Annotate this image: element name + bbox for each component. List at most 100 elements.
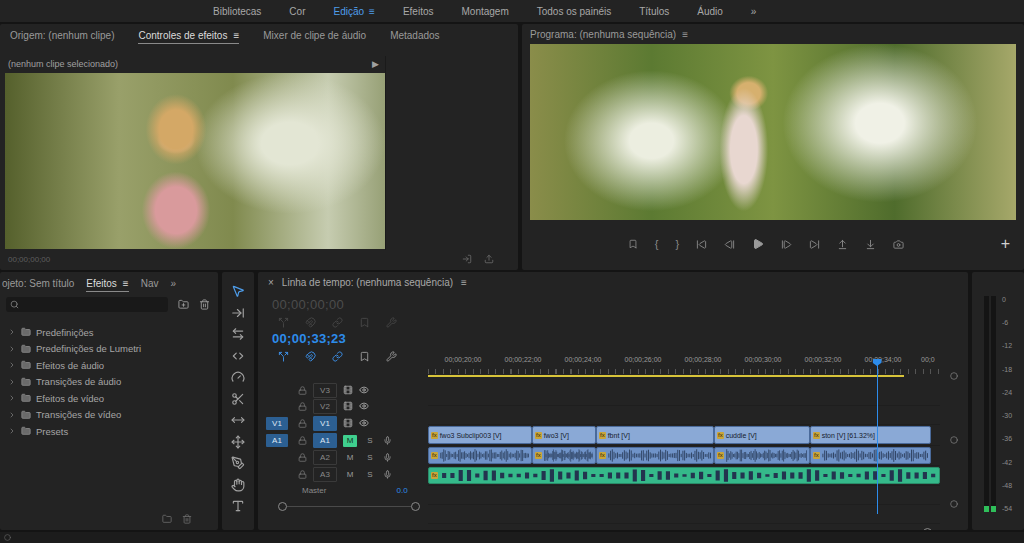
source-patch[interactable]: A1 bbox=[266, 434, 288, 447]
clip[interactable]: fx bbox=[532, 447, 596, 464]
work-area-bar[interactable] bbox=[428, 375, 904, 377]
snap-icon[interactable] bbox=[305, 317, 316, 328]
tree-item[interactable]: Predefinições bbox=[0, 324, 218, 341]
tree-item[interactable]: Transições de áudio bbox=[0, 374, 218, 391]
go-to-out-icon[interactable] bbox=[809, 239, 820, 250]
tree-item[interactable]: Efeitos de áudio bbox=[0, 357, 218, 374]
export-icon[interactable] bbox=[484, 254, 494, 264]
filter-icon[interactable] bbox=[462, 254, 472, 264]
track-label[interactable]: V3 bbox=[313, 383, 337, 398]
workspace-tab[interactable]: Montagem bbox=[461, 6, 508, 17]
panel-tab[interactable]: Origem: (nenhum clipe) bbox=[10, 27, 114, 44]
workspace-tab[interactable]: Edição≡ bbox=[333, 6, 374, 17]
chevron-icon[interactable] bbox=[8, 345, 16, 353]
source-patch[interactable] bbox=[266, 451, 288, 464]
sync-lock-icon[interactable] bbox=[343, 385, 353, 395]
lock-icon[interactable] bbox=[298, 453, 307, 462]
eye-icon[interactable] bbox=[359, 401, 369, 411]
chevron-icon[interactable] bbox=[8, 427, 16, 435]
delete-icon[interactable] bbox=[199, 299, 210, 310]
trash-icon[interactable] bbox=[182, 514, 192, 524]
mic-icon[interactable] bbox=[383, 436, 392, 445]
panel-tab[interactable]: Metadados bbox=[390, 27, 439, 44]
snap-icon[interactable] bbox=[305, 351, 316, 362]
mark-in-button[interactable]: { bbox=[655, 238, 659, 250]
chevron-icon[interactable] bbox=[8, 378, 16, 386]
workspace-tab[interactable]: Cor bbox=[289, 6, 305, 17]
ripple-edit-icon[interactable] bbox=[231, 327, 245, 341]
eye-icon[interactable] bbox=[359, 385, 369, 395]
new-bin-icon[interactable] bbox=[178, 299, 189, 310]
go-to-in-icon[interactable] bbox=[696, 239, 707, 250]
clip[interactable]: fxfwo3 [V] bbox=[532, 426, 596, 444]
panel-menu-icon[interactable]: ≡ bbox=[233, 30, 239, 41]
playhead-timecode[interactable]: 00;00;00;00 bbox=[272, 297, 428, 313]
chevron-icon[interactable] bbox=[8, 361, 16, 369]
hand-icon[interactable] bbox=[231, 478, 245, 492]
slip-icon[interactable] bbox=[231, 413, 245, 427]
marker-icon[interactable] bbox=[359, 351, 370, 362]
playhead-timecode[interactable]: 00;00;33;23 bbox=[272, 331, 428, 347]
panel-tab[interactable]: Efeitos≡ bbox=[86, 275, 128, 292]
source-patch[interactable] bbox=[266, 384, 288, 397]
insert-nest-icon[interactable] bbox=[278, 351, 289, 362]
mark-out-button[interactable]: } bbox=[676, 238, 680, 250]
lock-icon[interactable] bbox=[298, 470, 307, 479]
chevron-icon[interactable] bbox=[8, 328, 16, 336]
close-button[interactable]: × bbox=[268, 277, 274, 288]
tree-item[interactable]: Presets bbox=[0, 423, 218, 440]
lock-icon[interactable] bbox=[298, 419, 307, 428]
solo-button[interactable]: S bbox=[363, 435, 377, 447]
new-bin-icon[interactable] bbox=[162, 514, 172, 524]
linked-selection-icon[interactable] bbox=[332, 317, 343, 328]
time-ruler[interactable]: 00;00;20;0000;00;22;0000;00;24;0000;00;2… bbox=[428, 356, 940, 368]
track-label[interactable]: A2 bbox=[313, 450, 337, 465]
clip[interactable]: fxfbnt [V] bbox=[596, 426, 714, 444]
workspace-tab[interactable]: Bibliotecas bbox=[213, 6, 261, 17]
play-icon[interactable] bbox=[752, 238, 764, 250]
eye-icon[interactable] bbox=[359, 418, 369, 428]
clip[interactable]: fx bbox=[810, 447, 931, 464]
chevron-icon[interactable] bbox=[8, 411, 16, 419]
workspace-tab[interactable]: Áudio bbox=[697, 6, 723, 17]
workspace-menu-icon[interactable]: ≡ bbox=[369, 6, 375, 17]
export-frame-icon[interactable] bbox=[893, 239, 904, 250]
panel-menu-icon[interactable]: ≡ bbox=[682, 29, 688, 40]
solo-button[interactable]: S bbox=[363, 452, 377, 464]
scroll-handle-icon[interactable] bbox=[950, 436, 958, 444]
clip[interactable]: fx bbox=[596, 447, 714, 464]
panel-tab[interactable]: ojeto: Sem título bbox=[2, 275, 74, 292]
panel-tab[interactable]: Mixer de clipe de áudio bbox=[263, 27, 366, 44]
panel-menu-icon[interactable]: ≡ bbox=[123, 278, 129, 289]
source-patch[interactable] bbox=[266, 400, 288, 413]
slide-icon[interactable] bbox=[231, 435, 245, 449]
step-back-icon[interactable] bbox=[724, 239, 735, 250]
lock-icon[interactable] bbox=[298, 386, 307, 395]
tree-item[interactable]: Predefinições de Lumetri bbox=[0, 341, 218, 358]
track-label[interactable]: A3 bbox=[313, 467, 337, 482]
clip[interactable]: fxcuddle [V] bbox=[714, 426, 810, 444]
type-icon[interactable] bbox=[231, 499, 245, 513]
linked-selection-icon[interactable] bbox=[332, 351, 343, 362]
track-label[interactable]: A1 bbox=[313, 433, 337, 448]
chevron-icon[interactable] bbox=[8, 394, 16, 402]
solo-button[interactable]: S bbox=[363, 468, 377, 480]
lock-icon[interactable] bbox=[298, 402, 307, 411]
more-workspaces-button[interactable]: » bbox=[751, 6, 757, 17]
clip[interactable]: fxfwo3 Subclip003 [V] bbox=[428, 426, 532, 444]
panel-tab[interactable]: Controles de efeitos≡ bbox=[138, 27, 239, 44]
add-marker-icon[interactable] bbox=[628, 239, 638, 249]
panel-tab[interactable]: Programa: (nenhuma sequência)≡ bbox=[530, 26, 688, 43]
search-field[interactable] bbox=[6, 297, 168, 312]
mute-button[interactable]: M bbox=[343, 452, 357, 464]
wrench-icon[interactable] bbox=[386, 351, 397, 362]
panel-menu-icon[interactable]: ≡ bbox=[461, 277, 467, 288]
sync-lock-icon[interactable] bbox=[343, 418, 353, 428]
source-patch[interactable] bbox=[266, 468, 288, 481]
marker-icon[interactable] bbox=[359, 317, 370, 328]
vertical-scrollbar[interactable] bbox=[940, 292, 968, 530]
selection-icon[interactable] bbox=[231, 284, 245, 298]
mic-icon[interactable] bbox=[383, 470, 392, 479]
track-label[interactable]: V2 bbox=[313, 399, 337, 414]
playhead[interactable] bbox=[877, 359, 878, 514]
